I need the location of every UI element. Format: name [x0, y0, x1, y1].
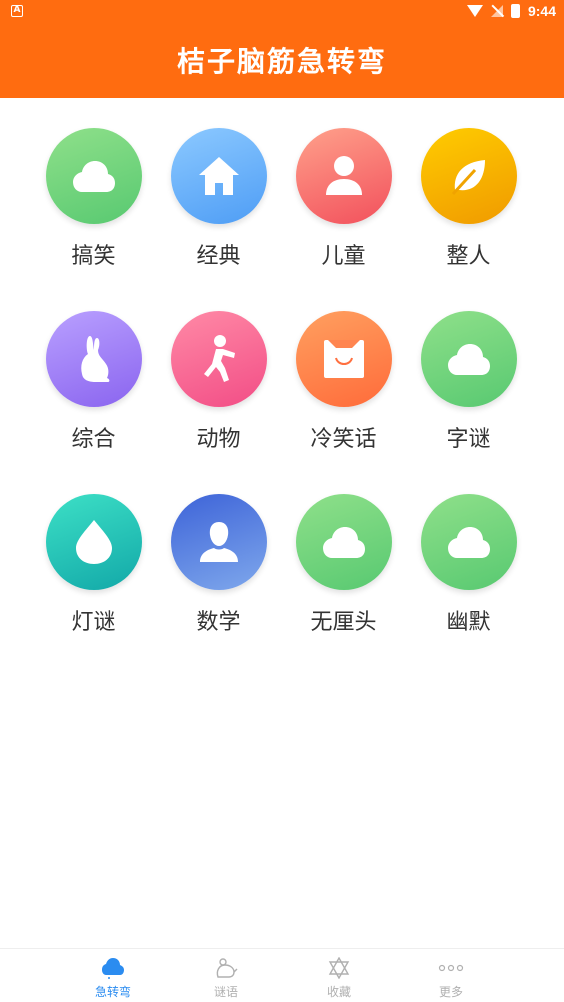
category-badge: [295, 494, 392, 590]
tab-label: 急转弯: [94, 985, 131, 999]
dragon-icon: [212, 955, 240, 981]
tab-miyu[interactable]: 谜语: [196, 955, 256, 1000]
page-title: 桔子脑筋急转弯: [176, 45, 387, 78]
smile-bag-icon: [323, 340, 364, 378]
tab-shoucang[interactable]: 收藏: [309, 955, 369, 1000]
category-zimi[interactable]: 字谜: [406, 311, 531, 453]
star-icon: [325, 955, 353, 981]
rabbit-icon: [80, 336, 109, 382]
cloud-icon: [447, 344, 490, 375]
tab-label: 收藏: [326, 985, 351, 999]
tab-jizhuanwan[interactable]: 急转弯: [83, 955, 143, 1000]
category-badge: [45, 311, 142, 407]
category-badge: [45, 128, 142, 224]
category-badge: [170, 311, 267, 407]
app-notification-icon: A: [11, 5, 23, 17]
category-ertong[interactable]: 儿童: [281, 128, 406, 270]
tab-label: 更多: [438, 985, 463, 999]
category-dengmi[interactable]: 灯谜: [31, 494, 156, 636]
running-person-icon: [203, 335, 235, 382]
category-dongwu[interactable]: 动物: [156, 311, 281, 453]
user-silhouette-icon: [199, 522, 238, 562]
category-badge: [170, 494, 267, 590]
category-label: 数学: [196, 610, 241, 635]
water-drop-icon: [75, 520, 112, 564]
category-badge: [45, 494, 142, 590]
category-badge: [295, 128, 392, 224]
category-badge: [170, 128, 267, 224]
category-label: 经典: [196, 244, 241, 269]
tab-label: 谜语: [213, 985, 238, 999]
battery-icon: [510, 4, 520, 18]
tab-gengduo[interactable]: 更多: [421, 955, 481, 1000]
cloud-icon: [322, 527, 365, 558]
category-badge: [295, 311, 392, 407]
status-time: 9:44: [527, 3, 556, 19]
status-icons: 9:44: [466, 3, 556, 19]
status-bar: A 9:44: [0, 0, 564, 24]
category-label: 整人: [446, 244, 491, 269]
person-icon: [325, 156, 362, 195]
no-signal-icon: [490, 5, 503, 17]
bottom-tab-bar: 急转弯 谜语 收藏 更多: [0, 948, 564, 1002]
cloud-icon: [447, 527, 490, 558]
category-shuxue[interactable]: 数学: [156, 494, 281, 636]
category-gaoxiao[interactable]: 搞笑: [31, 128, 156, 270]
category-jingdian[interactable]: 经典: [156, 128, 281, 270]
category-badge: [420, 128, 517, 224]
category-grid: 搞笑 经典 儿童 整人 综合 动物 冷笑话 字谜 灯谜 数学 无厘头 幽默: [31, 128, 531, 636]
category-label: 动物: [196, 427, 241, 452]
category-label: 综合: [71, 427, 116, 452]
house-icon: [198, 157, 239, 195]
category-label: 字谜: [446, 427, 491, 452]
category-badge: [420, 494, 517, 590]
cloud-icon: [72, 161, 115, 192]
wifi-icon: [466, 5, 483, 17]
category-zhengren[interactable]: 整人: [406, 128, 531, 270]
leaf-icon: [451, 160, 485, 196]
category-label: 灯谜: [71, 610, 116, 635]
cloud-icon: [99, 955, 127, 981]
category-label: 冷笑话: [310, 427, 377, 452]
app-header: A 9:44 桔子脑筋急转弯: [0, 0, 564, 98]
category-lengxiaohua[interactable]: 冷笑话: [281, 311, 406, 453]
category-badge: [420, 311, 517, 407]
category-label: 儿童: [321, 244, 366, 269]
category-label: 无厘头: [310, 610, 377, 635]
category-label: 幽默: [446, 610, 491, 635]
category-label: 搞笑: [71, 244, 116, 269]
category-youmo[interactable]: 幽默: [406, 494, 531, 636]
category-zonghe[interactable]: 综合: [31, 311, 156, 453]
category-wulitou[interactable]: 无厘头: [281, 494, 406, 636]
more-dots-icon: [437, 955, 465, 981]
